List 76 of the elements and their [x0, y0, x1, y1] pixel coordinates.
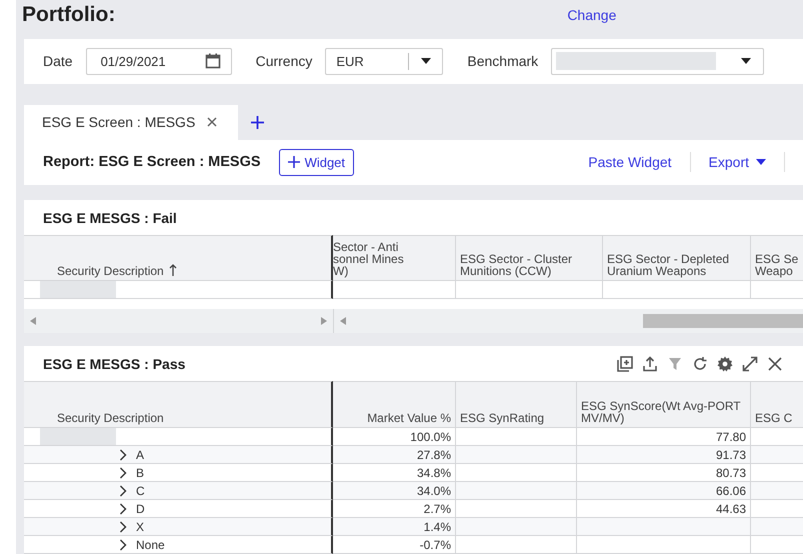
column-header-text: Security Description — [57, 412, 164, 424]
group-label: B — [136, 466, 144, 480]
column-header[interactable]: Security Description — [24, 381, 333, 428]
scroll-thumb[interactable] — [643, 314, 803, 328]
refresh-icon[interactable] — [692, 356, 708, 372]
table-cell: 91.73 — [577, 446, 751, 464]
column-header[interactable]: ESG SynRating — [456, 381, 577, 428]
table-cell: 77.80 — [577, 428, 751, 446]
benchmark-label: Benchmark — [467, 53, 538, 70]
table-cell: 34.8% — [333, 464, 456, 482]
expand-chevron-icon[interactable] — [119, 502, 127, 515]
calendar-icon[interactable] — [204, 53, 221, 70]
copy-icon[interactable] — [617, 356, 633, 372]
column-header[interactable]: ESG SynScore(Wt Avg-PORT MV/MV) — [577, 381, 751, 428]
column-header-text: ESG Sector - Cluster Munitions (CCW) — [460, 253, 572, 278]
page-title: Portfolio: — [22, 3, 116, 27]
expand-chevron-icon[interactable] — [119, 484, 127, 497]
expand-icon[interactable] — [742, 356, 758, 372]
group-label: A — [136, 448, 144, 462]
export-menu[interactable]: Export — [708, 154, 766, 170]
panel-title: ESG E MESGS : Pass — [43, 356, 186, 372]
table-cell: 80.73 — [577, 464, 751, 482]
currency-label: Currency — [256, 53, 312, 70]
expand-chevron-icon[interactable] — [119, 538, 127, 551]
settings-icon[interactable] — [717, 356, 733, 372]
column-header-text: ESG Se Weapo — [755, 253, 798, 278]
table-cell: 100.0% — [333, 428, 456, 446]
expand-chevron-icon[interactable] — [119, 466, 127, 479]
table-cell: 44.63 — [577, 500, 751, 518]
group-label: C — [136, 484, 145, 498]
group-label: D — [136, 502, 145, 516]
column-header[interactable]: Sector - Anti sonnel Mines W) — [333, 235, 456, 282]
table-cell: 27.8% — [333, 446, 456, 464]
column-header-text: ESG SynRating — [460, 412, 544, 424]
column-header-text: ESG Sector - Depleted Uranium Weapons — [607, 253, 730, 278]
column-header[interactable]: ESG Se Weapo — [751, 235, 803, 282]
column-header[interactable]: Security Description — [24, 235, 333, 282]
table-cell — [751, 518, 803, 536]
table-cell: 2.7% — [333, 500, 456, 518]
expand-chevron-icon[interactable] — [119, 448, 127, 461]
table-cell — [751, 482, 803, 500]
table-cell: 66.06 — [577, 482, 751, 500]
column-header-text: ESG C — [755, 412, 792, 424]
column-header-text: Security Description — [57, 265, 164, 278]
date-field[interactable]: 01/29/2021 — [86, 48, 232, 75]
caret-icon — [741, 58, 752, 64]
column-header-text: Market Value % — [367, 412, 451, 424]
change-link[interactable]: Change — [567, 7, 616, 23]
date-label: Date — [43, 53, 73, 70]
table-cell: 34.0% — [333, 482, 456, 500]
table-cell — [751, 446, 803, 464]
add-tab-icon[interactable] — [251, 116, 264, 129]
group-label: None — [136, 538, 165, 552]
caret-icon — [420, 58, 431, 64]
column-header[interactable]: ESG Sector - Depleted Uranium Weapons — [603, 235, 751, 282]
expand-chevron-icon[interactable] — [119, 520, 127, 533]
column-header[interactable]: ESG C — [751, 381, 803, 428]
group-label: X — [136, 520, 144, 534]
add-widget-button[interactable]: Widget — [278, 148, 354, 176]
column-header[interactable]: Market Value % — [333, 381, 456, 428]
table-cell: 1.4% — [333, 518, 456, 536]
close-icon[interactable] — [207, 117, 218, 128]
close-icon[interactable] — [767, 356, 783, 372]
plus-icon — [288, 156, 300, 168]
table-cell: -0.7% — [333, 536, 456, 554]
column-header[interactable]: ESG Sector - Cluster Munitions (CCW) — [456, 235, 603, 282]
paste-widget-link[interactable]: Paste Widget — [588, 154, 672, 170]
report-tab[interactable]: ESG E Screen : MESGS — [24, 104, 238, 140]
currency-dropdown[interactable]: EUR — [325, 48, 444, 75]
upload-icon[interactable] — [642, 356, 658, 372]
horizontal-scrollbar[interactable] — [24, 309, 803, 334]
report-title: Report: ESG E Screen : MESGS — [43, 154, 261, 170]
caret-icon — [756, 159, 766, 166]
column-header-text: Sector - Anti sonnel Mines W) — [333, 241, 404, 278]
panel-title: ESG E MESGS : Fail — [43, 210, 178, 226]
column-header-text: ESG SynScore(Wt Avg-PORT MV/MV) — [581, 400, 741, 424]
